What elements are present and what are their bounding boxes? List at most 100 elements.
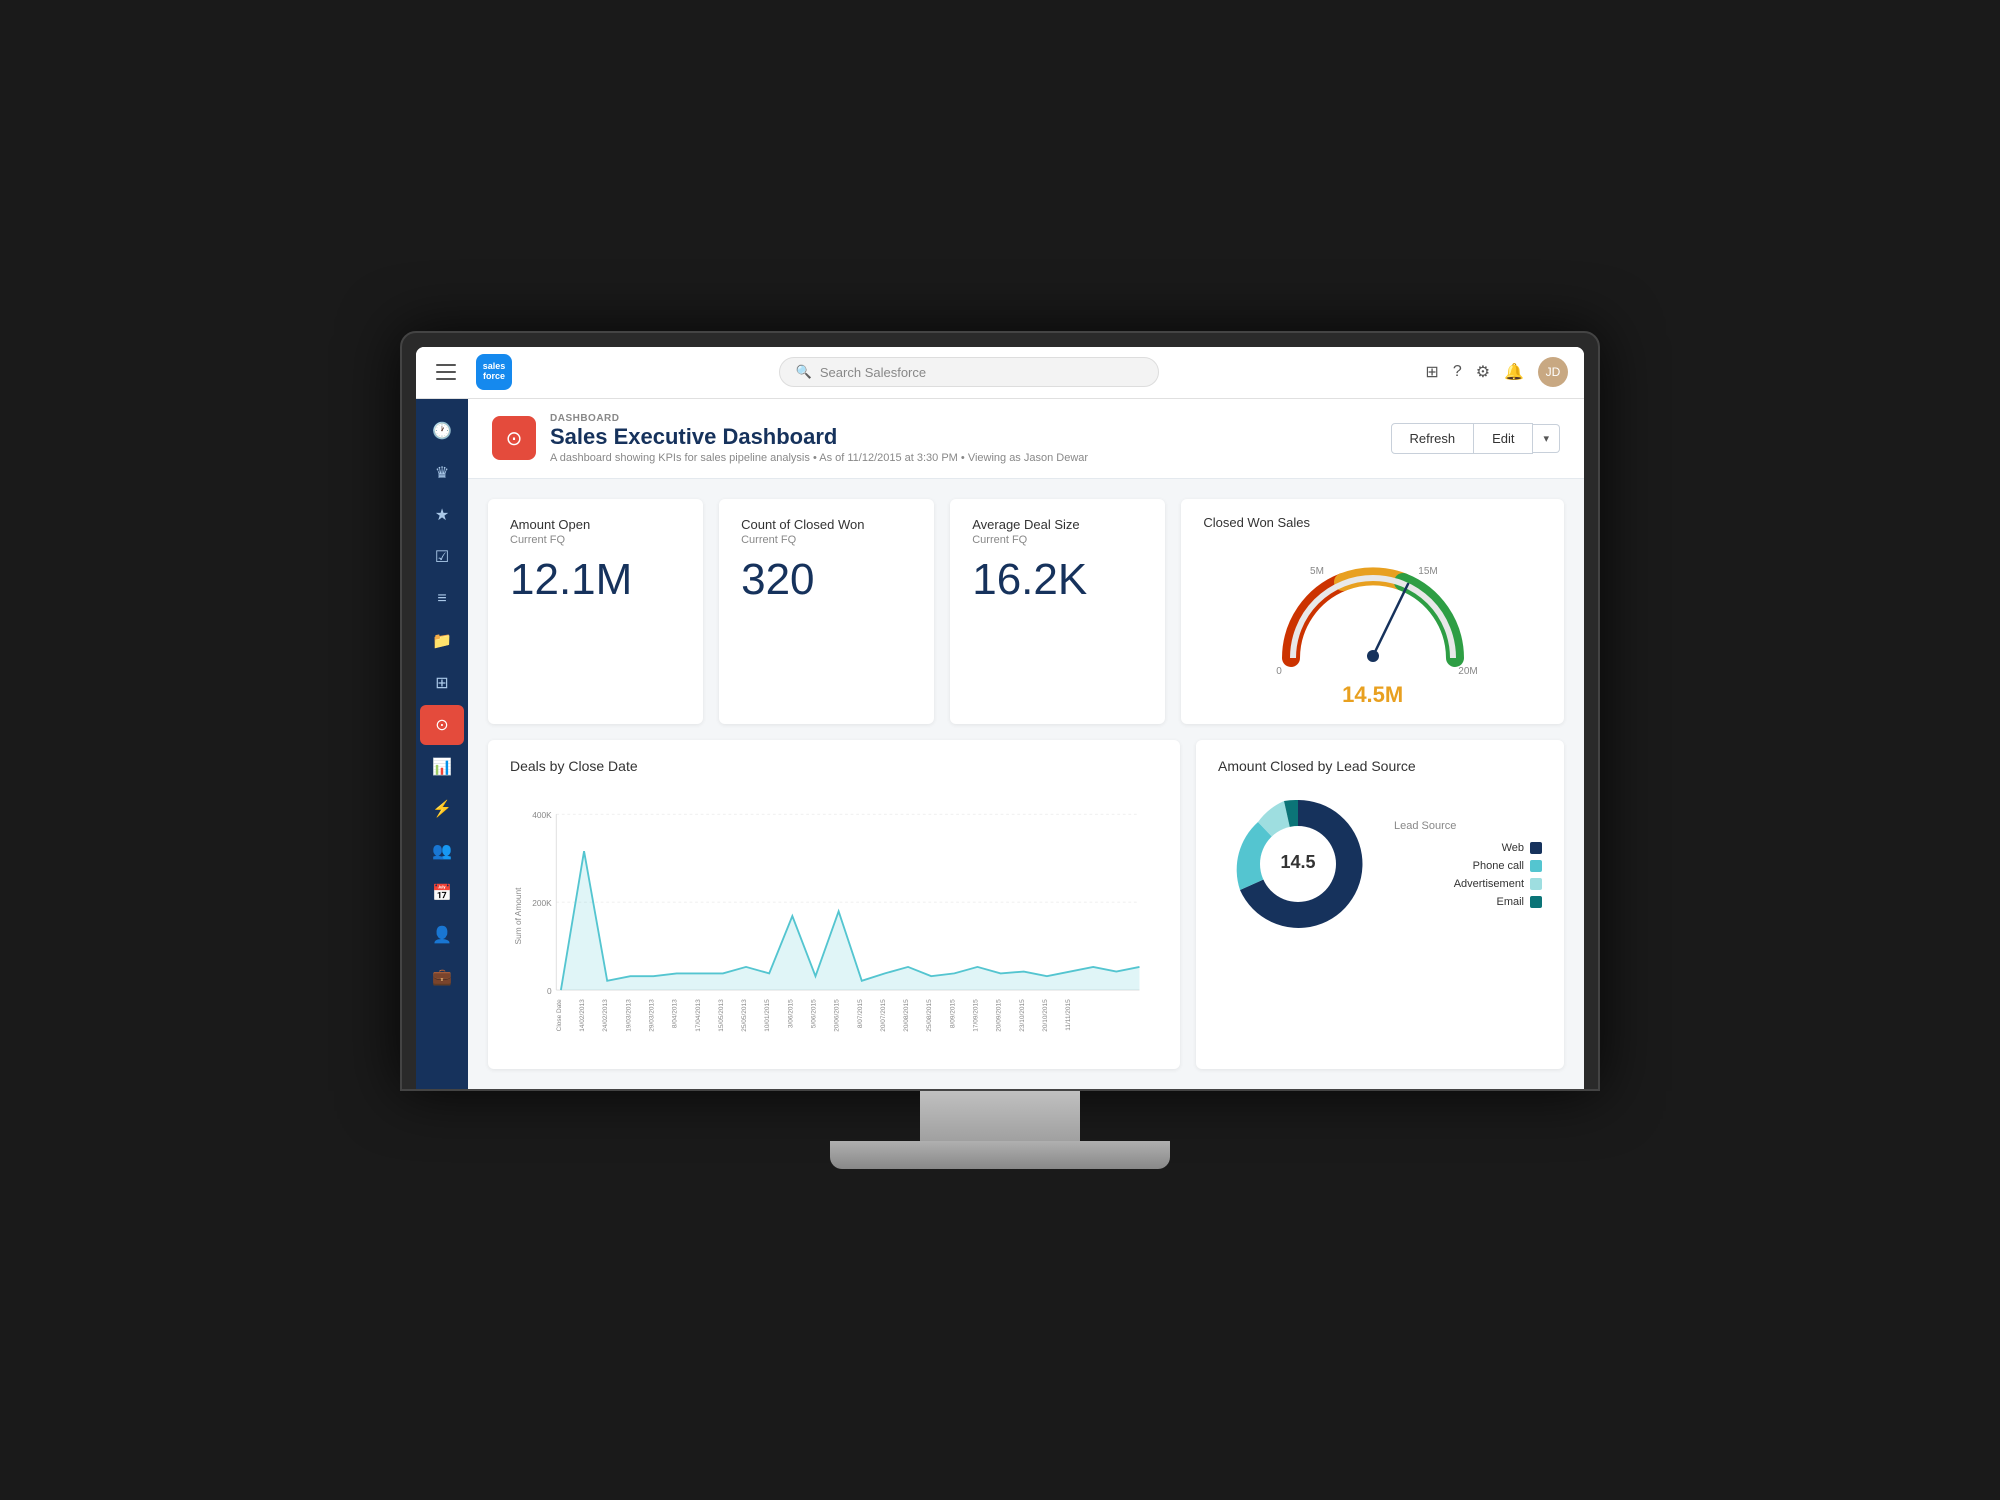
sidebar-item-crown[interactable]: ♛ (420, 453, 464, 493)
svg-text:0: 0 (547, 986, 552, 996)
sidebar-item-grid[interactable]: ⊞ (420, 663, 464, 703)
edit-button[interactable]: Edit (1474, 423, 1533, 454)
sidebar-item-list[interactable]: ≡ (420, 579, 464, 619)
kpi-card-amount-open: Amount Open Current FQ 12.1M (488, 499, 703, 724)
svg-text:19/03/2013: 19/03/2013 (625, 999, 632, 1032)
svg-text:17/09/2015: 17/09/2015 (972, 999, 979, 1032)
sidebar: 🕐 ♛ ★ ☑ ≡ 📁 ⊞ ⊙ 📊 ⚡ 👥 📅 👤 💼 (416, 399, 468, 1089)
dashboard-title-area: DASHBOARD Sales Executive Dashboard A da… (550, 413, 1088, 464)
sidebar-item-dashboard[interactable]: ⊙ (420, 705, 464, 745)
donut-legend: Lead Source Web Phone call (1394, 820, 1542, 908)
legend-dot-email (1530, 896, 1542, 908)
sidebar-item-briefcase[interactable]: 💼 (420, 957, 464, 997)
svg-text:24/02/2013: 24/02/2013 (602, 999, 609, 1032)
kpi-subtitle-3: Current FQ (972, 534, 1143, 546)
legend-item-email: Email (1394, 896, 1542, 908)
dropdown-button[interactable]: ▾ (1533, 424, 1560, 453)
legend-label-phone: Phone call (1473, 860, 1524, 872)
dashboard-subtitle: A dashboard showing KPIs for sales pipel… (550, 452, 1088, 464)
sidebar-item-people[interactable]: 👥 (420, 831, 464, 871)
meta-text: • As of 11/12/2015 at 3:30 PM • Viewing … (813, 452, 1088, 464)
svg-text:400K: 400K (532, 810, 552, 820)
svg-text:15M: 15M (1418, 566, 1437, 577)
donut-content: 14.5 Lead Source Web (1218, 784, 1542, 944)
gauge-svg: 0 5M 15M 20M (1263, 538, 1483, 678)
svg-text:15/05/2013: 15/05/2013 (718, 999, 725, 1032)
kpi-value-3: 16.2K (972, 556, 1143, 604)
hamburger-button[interactable] (432, 356, 464, 388)
avatar[interactable]: JD (1538, 357, 1568, 387)
dashboard-icon: ⊙ (492, 416, 536, 460)
kpi-title-1: Amount Open (510, 517, 681, 532)
svg-text:Close Date: Close Date (556, 999, 563, 1031)
legend-dot-web (1530, 842, 1542, 854)
kpi-value-1: 12.1M (510, 556, 681, 604)
sidebar-item-star[interactable]: ★ (420, 495, 464, 535)
svg-text:200K: 200K (532, 898, 552, 908)
subtitle-text: A dashboard showing KPIs for sales pipel… (550, 452, 810, 464)
main-content: ⊙ DASHBOARD Sales Executive Dashboard A … (468, 399, 1584, 1089)
legend-dot-phone (1530, 860, 1542, 872)
bottom-row: Deals by Close Date Sum of Amount (488, 740, 1564, 1069)
svg-text:5M: 5M (1310, 566, 1324, 577)
legend-title: Lead Source (1394, 820, 1542, 832)
gauge-title: Closed Won Sales (1203, 515, 1310, 530)
kpi-title-2: Count of Closed Won (741, 517, 912, 532)
legend-label-web: Web (1502, 842, 1524, 854)
sidebar-item-chart[interactable]: 📊 (420, 747, 464, 787)
donut-svg: 14.5 (1218, 784, 1378, 944)
sidebar-item-checkbox[interactable]: ☑ (420, 537, 464, 577)
kpi-subtitle-2: Current FQ (741, 534, 912, 546)
kpi-value-2: 320 (741, 556, 912, 604)
svg-text:14.5: 14.5 (1280, 852, 1315, 872)
gauge-value: 14.5M (1342, 682, 1403, 708)
bell-icon[interactable]: 🔔 (1504, 362, 1524, 382)
settings-icon[interactable]: ⚙ (1476, 362, 1490, 382)
legend-item-web: Web (1394, 842, 1542, 854)
sidebar-item-calendar[interactable]: 📅 (420, 873, 464, 913)
svg-text:25/08/2015: 25/08/2015 (926, 999, 933, 1032)
legend-dot-ad (1530, 878, 1542, 890)
svg-text:20/10/2015: 20/10/2015 (1042, 999, 1049, 1032)
top-navigation: salesforce 🔍 Search Salesforce ⊞ ? ⚙ 🔔 J… (416, 347, 1584, 399)
svg-text:29/03/2013: 29/03/2013 (648, 999, 655, 1032)
main-layout: 🕐 ♛ ★ ☑ ≡ 📁 ⊞ ⊙ 📊 ⚡ 👥 📅 👤 💼 (416, 399, 1584, 1089)
svg-text:0: 0 (1276, 666, 1282, 677)
donut-card: Amount Closed by Lead Source (1196, 740, 1564, 1069)
kpi-subtitle-1: Current FQ (510, 534, 681, 546)
line-chart-svg: Sum of Amount 400K 200K 0 (510, 786, 1158, 1046)
help-icon[interactable]: ? (1453, 363, 1462, 381)
svg-text:17/04/2013: 17/04/2013 (695, 999, 702, 1032)
kpi-title-3: Average Deal Size (972, 517, 1143, 532)
nav-actions: ⊞ ? ⚙ 🔔 JD (1425, 357, 1568, 387)
svg-text:10/01/2015: 10/01/2015 (764, 999, 771, 1032)
kpi-card-avg-deal: Average Deal Size Current FQ 16.2K (950, 499, 1165, 724)
kpi-card-closed-won: Count of Closed Won Current FQ 320 (719, 499, 934, 724)
sidebar-item-folder[interactable]: 📁 (420, 621, 464, 661)
sidebar-item-users[interactable]: 👤 (420, 915, 464, 955)
search-placeholder: Search Salesforce (820, 365, 926, 380)
kpi-cards: Amount Open Current FQ 12.1M Count of Cl… (488, 499, 1165, 724)
search-input-wrap[interactable]: 🔍 Search Salesforce (779, 357, 1159, 387)
svg-text:20/09/2015: 20/09/2015 (996, 999, 1003, 1032)
logo-text: salesforce (483, 362, 506, 382)
search-bar: 🔍 Search Salesforce (512, 357, 1425, 387)
gauge-container: 0 5M 15M 20M 14.5M (1203, 538, 1542, 708)
svg-text:23/10/2015: 23/10/2015 (1019, 999, 1026, 1032)
page-title: Sales Executive Dashboard (550, 424, 1088, 450)
svg-text:25/05/2013: 25/05/2013 (741, 999, 748, 1032)
dashboard-header-right: Refresh Edit ▾ (1391, 423, 1560, 454)
legend-item-ad: Advertisement (1394, 878, 1542, 890)
donut-title: Amount Closed by Lead Source (1218, 758, 1542, 774)
sidebar-item-pulse[interactable]: ⚡ (420, 789, 464, 829)
svg-text:11/11/2015: 11/11/2015 (1065, 999, 1072, 1031)
search-icon: 🔍 (796, 364, 812, 380)
svg-text:5/06/2015: 5/06/2015 (810, 999, 817, 1028)
refresh-button[interactable]: Refresh (1391, 423, 1475, 454)
apps-icon[interactable]: ⊞ (1425, 362, 1438, 382)
line-chart-card: Deals by Close Date Sum of Amount (488, 740, 1180, 1069)
sidebar-item-clock[interactable]: 🕐 (420, 411, 464, 451)
legend-item-phone: Phone call (1394, 860, 1542, 872)
svg-text:20/08/2015: 20/08/2015 (903, 999, 910, 1032)
svg-text:14/02/2013: 14/02/2013 (579, 999, 586, 1032)
